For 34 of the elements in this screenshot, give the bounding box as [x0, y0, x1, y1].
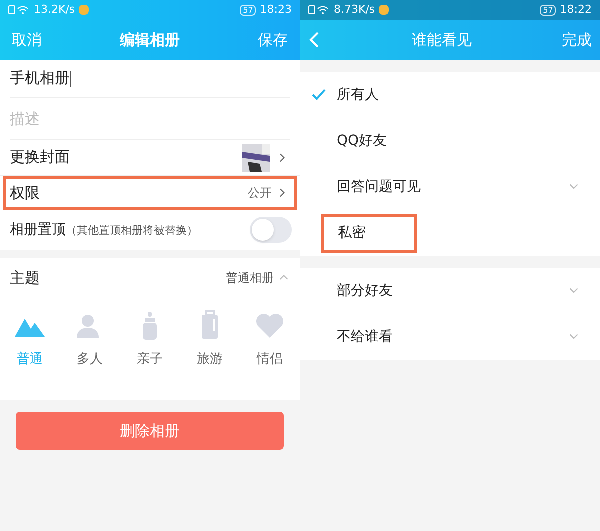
- description-field[interactable]: 描述: [10, 98, 290, 140]
- album-name-field[interactable]: 手机相册: [10, 60, 290, 98]
- page-title: 编辑相册: [120, 30, 180, 51]
- theme-label: 主题: [10, 268, 40, 289]
- status-icons: [308, 5, 330, 15]
- theme-value[interactable]: 普通相册: [226, 269, 274, 287]
- pin-album-label: 相册置顶: [10, 220, 66, 240]
- visibility-option[interactable]: QQ好友: [300, 118, 600, 164]
- network-speed: 13.2K/s: [34, 2, 76, 18]
- permission-row[interactable]: 权限 公开: [3, 176, 297, 210]
- theme-option[interactable]: 多人: [60, 310, 120, 376]
- visibility-option[interactable]: 部分好友: [300, 268, 600, 314]
- notification-icon: [79, 5, 90, 15]
- permission-label: 权限: [10, 182, 40, 204]
- theme-option[interactable]: 亲子: [120, 310, 180, 376]
- visibility-option[interactable]: 回答问题可见: [300, 164, 600, 210]
- battery-level: 57: [540, 4, 556, 16]
- clock: 18:22: [560, 2, 592, 18]
- change-cover-label[interactable]: 更换封面: [10, 146, 70, 169]
- visibility-option[interactable]: 所有人: [300, 72, 600, 118]
- battery-level: 57: [240, 4, 256, 16]
- check-icon: [312, 89, 326, 101]
- status-icons: [8, 5, 30, 15]
- permission-value: 公开: [248, 185, 272, 202]
- pin-album-note: （其他置顶相册将被替换）: [66, 222, 198, 238]
- notification-icon: [379, 5, 390, 15]
- theme-option[interactable]: 情侣: [240, 310, 300, 376]
- visibility-option[interactable]: 私密: [300, 210, 600, 256]
- page-title: 谁能看见: [412, 30, 472, 51]
- network-speed: 8.73K/s: [334, 2, 376, 18]
- pin-toggle[interactable]: [250, 217, 292, 243]
- theme-option[interactable]: 旅游: [180, 310, 240, 376]
- clock: 18:23: [260, 2, 292, 18]
- visibility-option[interactable]: 不给谁看: [300, 314, 600, 360]
